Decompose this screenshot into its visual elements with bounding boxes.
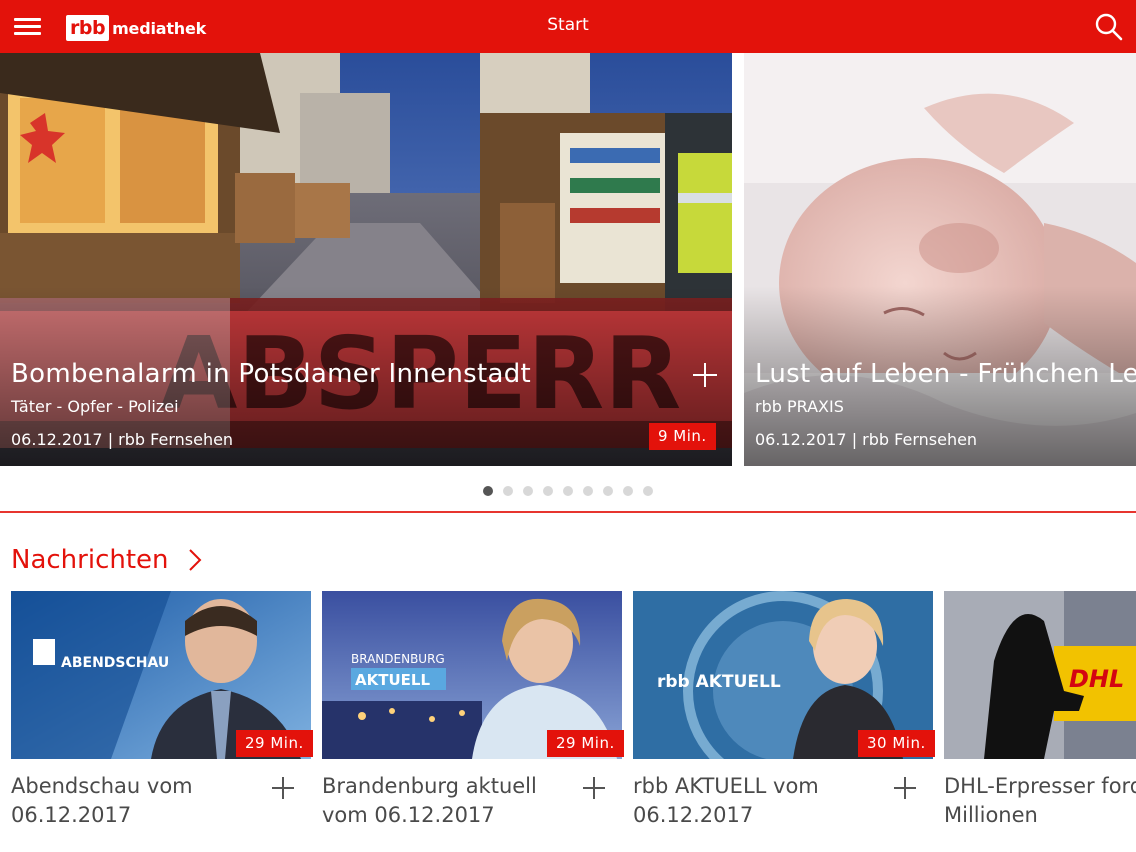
pager-dot[interactable] — [583, 486, 593, 496]
duration-badge: 29 Min. — [236, 730, 313, 757]
hero-meta: 06.12.2017 | rbb Fernsehen — [755, 430, 978, 449]
hero-title: Bombenalarm in Potsdamer Innenstadt — [11, 359, 532, 389]
hero-slide[interactable]: ABSPERR Bombenalarm in Potsdamer Innenst… — [0, 53, 732, 466]
add-to-watchlist-icon[interactable] — [271, 776, 295, 800]
tile-title: rbb AKTUELL vom 06.12.2017 — [633, 774, 819, 827]
add-to-watchlist-icon[interactable] — [692, 362, 718, 388]
menu-icon[interactable] — [14, 16, 41, 37]
pager-dot[interactable] — [563, 486, 573, 496]
tile-title: DHL-Erpresser fordert Millionen — [944, 774, 1136, 827]
svg-text:rbb AKTUELL: rbb AKTUELL — [657, 672, 781, 692]
logo-text: mediathek — [112, 18, 207, 38]
tile-title: Abendschau vom 06.12.2017 — [11, 774, 193, 827]
duration-badge: 9 Min. — [649, 423, 716, 450]
search-icon[interactable] — [1094, 12, 1124, 42]
hero-title: Lust auf Leben - Frühchen Levi — [755, 359, 1136, 389]
duration-badge: 30 Min. — [858, 730, 935, 757]
hero-carousel[interactable]: ABSPERR Bombenalarm in Potsdamer Innenst… — [0, 53, 1136, 466]
pager-dot-active[interactable] — [483, 486, 493, 496]
carousel-pager — [483, 486, 653, 496]
pager-dot[interactable] — [603, 486, 613, 496]
section-title: Nachrichten — [11, 545, 169, 575]
video-tile[interactable]: rbb AKTUELL 30 Min. rbb AKTUELL vom 06.1… — [633, 591, 935, 841]
pager-dot[interactable] — [523, 486, 533, 496]
svg-text:ABENDSCHAU: ABENDSCHAU — [61, 655, 169, 671]
pager-dot[interactable] — [623, 486, 633, 496]
duration-badge: 29 Min. — [547, 730, 624, 757]
hero-subtitle: rbb PRAXIS — [755, 397, 844, 416]
video-tile[interactable]: ABENDSCHAU 29 Min. Abendschau vom 06.12.… — [11, 591, 313, 841]
tile-title: Brandenburg aktuell vom 06.12.2017 — [322, 774, 537, 827]
svg-text:BRANDENBURG: BRANDENBURG — [351, 652, 445, 666]
svg-text:AKTUELL: AKTUELL — [355, 671, 430, 689]
thumbnail-dhl: DHL — [944, 591, 1136, 759]
top-app-bar: rbb mediathek Start — [0, 0, 1136, 53]
pager-dot[interactable] — [503, 486, 513, 496]
video-tile[interactable]: BRANDENBURG AKTUELL 29 Min. Brandenburg … — [322, 591, 624, 841]
section-divider — [0, 511, 1136, 513]
pager-dot[interactable] — [543, 486, 553, 496]
section-header-nachrichten[interactable]: Nachrichten — [11, 545, 203, 575]
hero-subtitle: Täter - Opfer - Polizei — [11, 397, 179, 416]
chevron-right-icon — [188, 549, 201, 571]
hero-meta: 06.12.2017 | rbb Fernsehen — [11, 430, 234, 449]
hero-slide[interactable]: Lust auf Leben - Frühchen Levi rbb PRAXI… — [744, 53, 1136, 466]
video-tile[interactable]: DHL DHL-Erpresser fordert Millionen — [944, 591, 1136, 841]
add-to-watchlist-icon[interactable] — [582, 776, 606, 800]
add-to-watchlist-icon[interactable] — [893, 776, 917, 800]
rbb-mediathek-logo[interactable]: rbb mediathek — [66, 15, 206, 41]
pager-dot[interactable] — [643, 486, 653, 496]
svg-text:DHL: DHL — [1069, 665, 1124, 693]
logo-mark: rbb — [66, 15, 110, 41]
